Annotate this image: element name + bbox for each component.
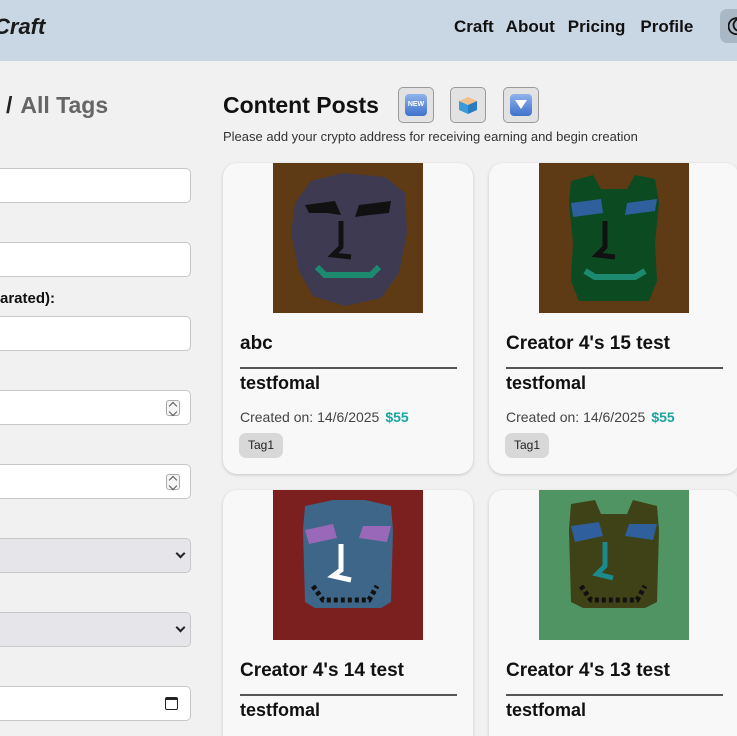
- post-thumbnail: [539, 163, 689, 313]
- post-thumbnail: [539, 490, 689, 640]
- chevron-down-icon: [175, 622, 186, 633]
- post-card[interactable]: Creator 4's 15 test testfomal Created on…: [489, 163, 737, 474]
- chevron-down-icon: [175, 548, 186, 559]
- moon-icon: [728, 17, 737, 35]
- divider: [506, 694, 723, 696]
- max-price-input[interactable]: [0, 464, 191, 499]
- post-price: $55: [651, 409, 675, 425]
- divider: [240, 367, 457, 369]
- post-author: testfomal: [240, 373, 321, 393]
- min-price-input[interactable]: [0, 390, 191, 425]
- new-icon: NEW: [405, 94, 427, 116]
- post-thumbnail: [273, 163, 423, 313]
- post-card[interactable]: abc testfomal Created on: 14/6/2025 $55 T…: [223, 163, 473, 474]
- crypto-notice: Please add your crypto address for recei…: [223, 129, 638, 144]
- new-post-button[interactable]: NEW: [398, 87, 434, 123]
- nav-pricing[interactable]: Pricing: [568, 17, 626, 37]
- content-posts-title: Content Posts: [223, 92, 379, 118]
- nav-profile[interactable]: Profile: [640, 17, 693, 37]
- tags-label: arated):: [0, 290, 56, 307]
- post-author: testfomal: [506, 373, 587, 393]
- nav-about[interactable]: About: [506, 17, 555, 37]
- divider: [240, 694, 457, 696]
- post-price: $55: [385, 409, 409, 425]
- main-nav: Craft About Pricing Profile: [454, 17, 693, 37]
- stepper-icon[interactable]: [166, 474, 180, 490]
- post-title[interactable]: Creator 4's 13 test: [506, 660, 670, 682]
- all-tags-link[interactable]: All Tags: [20, 92, 108, 118]
- post-title[interactable]: Creator 4's 14 test: [240, 660, 404, 682]
- title-input[interactable]: [0, 168, 191, 203]
- tags-input[interactable]: [0, 316, 191, 351]
- post-meta: Created on: 14/6/2025 $55: [506, 409, 675, 425]
- calendar-icon[interactable]: [165, 697, 178, 710]
- tag-badge[interactable]: Tag1: [505, 433, 550, 458]
- triangle-down-icon: [510, 94, 532, 116]
- package-icon: [457, 94, 479, 116]
- breadcrumb-separator: /: [6, 92, 13, 118]
- date-input[interactable]: [0, 686, 191, 721]
- post-meta: Created on: 14/6/2025 $55: [240, 409, 409, 425]
- package-button[interactable]: [450, 87, 486, 123]
- post-author: testfomal: [240, 700, 321, 720]
- post-card[interactable]: Creator 4's 13 test testfomal: [489, 490, 737, 736]
- sidebar-title: / All Tags: [6, 92, 108, 119]
- theme-toggle-button[interactable]: [720, 9, 737, 43]
- post-card[interactable]: Creator 4's 14 test testfomal: [223, 490, 473, 736]
- filter-button[interactable]: [503, 87, 539, 123]
- post-title[interactable]: abc: [240, 333, 273, 355]
- post-title[interactable]: Creator 4's 15 test: [506, 333, 670, 355]
- description-input[interactable]: [0, 242, 191, 277]
- post-thumbnail: [273, 490, 423, 640]
- post-author: testfomal: [506, 700, 587, 720]
- category-select[interactable]: [0, 538, 191, 573]
- nav-craft[interactable]: Craft: [454, 17, 494, 37]
- tag-badge[interactable]: Tag1: [239, 433, 284, 458]
- divider: [506, 367, 723, 369]
- stepper-icon[interactable]: [166, 400, 180, 416]
- top-nav-bar: Craft Craft About Pricing Profile: [0, 0, 737, 61]
- app-logo[interactable]: Craft: [0, 14, 45, 40]
- sort-select[interactable]: [0, 612, 191, 647]
